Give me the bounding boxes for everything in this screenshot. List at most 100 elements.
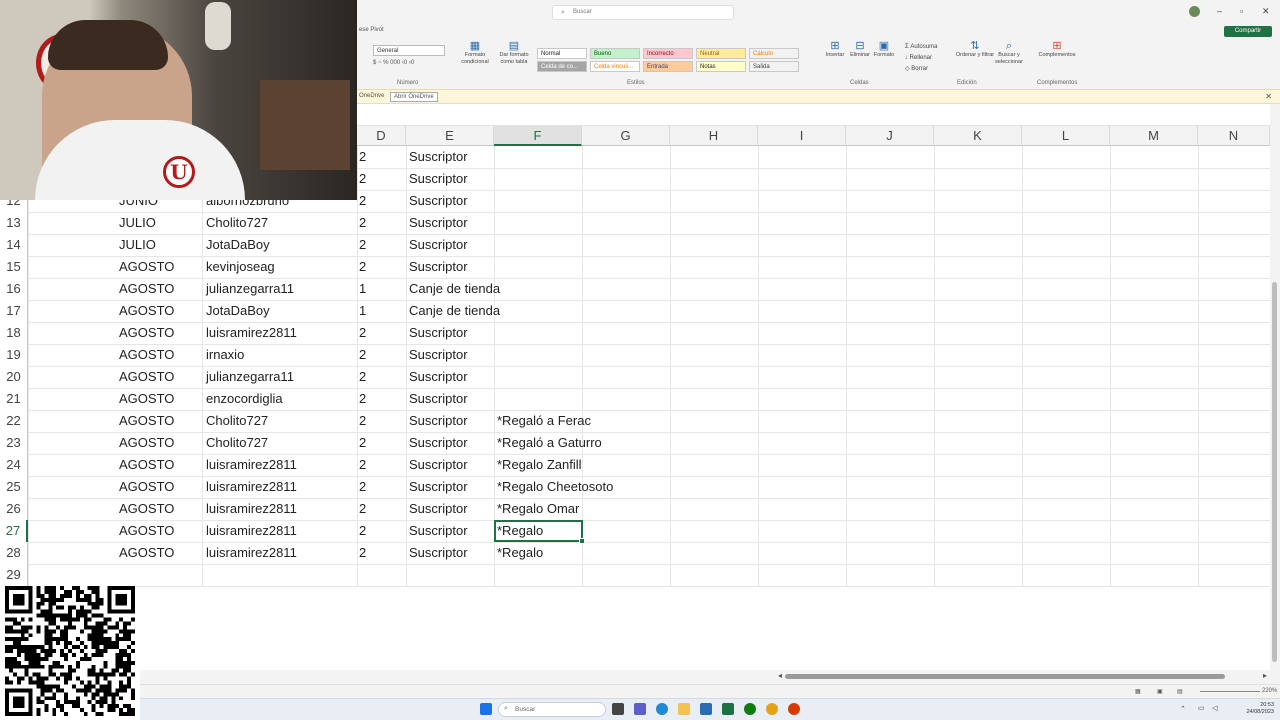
row-header[interactable]: 28 [0,542,28,564]
cell-month[interactable]: AGOSTO [119,454,174,476]
cell-style-swatch[interactable]: Salida [749,61,799,72]
cell-quantity[interactable]: 2 [359,256,366,278]
cell-month[interactable]: AGOSTO [119,542,174,564]
table-format-button[interactable]: ▤ Dar formato como tabla [494,41,534,66]
maximize-icon[interactable]: ▫ [1240,6,1243,16]
cell-month[interactable]: AGOSTO [119,498,174,520]
view-page-layout-icon[interactable]: ▣ [1157,688,1163,695]
row-header[interactable]: 24 [0,454,28,476]
xbox-icon[interactable] [744,703,756,715]
fill-button[interactable]: ↓ Rellenar [905,53,937,64]
cell-quantity[interactable]: 2 [359,498,366,520]
cell-month[interactable]: JULIO [119,234,156,256]
cell-type[interactable]: Suscriptor [409,146,468,168]
cell-username[interactable]: luisramirez2811 [206,454,297,476]
cell-note[interactable]: *Regalo Omar [497,498,579,520]
store-icon[interactable] [700,703,712,715]
row-header[interactable]: 13 [0,212,28,234]
row-header[interactable]: 26 [0,498,28,520]
cell-username[interactable]: luisramirez2811 [206,322,297,344]
cell-quantity[interactable]: 2 [359,322,366,344]
scroll-right-icon[interactable]: ▸ [1263,671,1267,680]
minimize-icon[interactable]: – [1217,6,1222,16]
column-header[interactable]: H [670,126,758,146]
cell-month[interactable]: AGOSTO [119,300,174,322]
excel-taskbar-icon[interactable] [722,703,734,715]
row-header[interactable]: 25 [0,476,28,498]
cell-username[interactable]: luisramirez2811 [206,476,297,498]
cell-username[interactable]: enzocordiglia [206,388,283,410]
row-header[interactable]: 17 [0,300,28,322]
column-header[interactable]: M [1110,126,1198,146]
view-page-break-icon[interactable]: ▤ [1177,688,1183,695]
row-header[interactable]: 18 [0,322,28,344]
cell-month[interactable]: AGOSTO [119,432,174,454]
row-header[interactable]: 16 [0,278,28,300]
cell-quantity[interactable]: 2 [359,388,366,410]
cell-username[interactable]: luisramirez2811 [206,498,297,520]
cell-month[interactable]: AGOSTO [119,476,174,498]
system-clock[interactable]: 20:53 24/08/2023 [1246,702,1274,716]
teams-icon[interactable] [634,703,646,715]
cell-month[interactable]: AGOSTO [119,388,174,410]
cell-username[interactable]: JotaDaBoy [206,234,270,256]
active-cell[interactable] [494,520,585,544]
scroll-left-icon[interactable]: ◂ [778,671,782,680]
cell-style-swatch[interactable]: Celda vinculi... [590,61,640,72]
column-header[interactable]: N [1198,126,1270,146]
clear-button[interactable]: ◇ Borrar [905,64,937,75]
cell-type[interactable]: Suscriptor [409,366,468,388]
row-header[interactable]: 23 [0,432,28,454]
cell-style-swatch[interactable]: Entrada [643,61,693,72]
cell-type[interactable]: Canje de tienda [409,278,500,300]
cell-type[interactable]: Suscriptor [409,190,468,212]
format-button[interactable]: ▣ Formato [864,41,904,59]
tray-chevron-icon[interactable]: ⌃ [1180,705,1186,713]
cell-type[interactable]: Suscriptor [409,520,468,542]
number-format-select[interactable]: General [373,45,445,56]
cell-quantity[interactable]: 1 [359,278,366,300]
cell-quantity[interactable]: 2 [359,542,366,564]
cell-type[interactable]: Suscriptor [409,498,468,520]
horizontal-scroll-thumb[interactable] [785,674,1225,679]
row-header[interactable]: 29 [0,564,28,586]
column-header[interactable]: J [846,126,934,146]
cell-quantity[interactable]: 2 [359,520,366,542]
cell-type[interactable]: Suscriptor [409,234,468,256]
addins-button[interactable]: ⊞ Complementos [1037,41,1077,59]
cell-quantity[interactable]: 2 [359,190,366,212]
cell-note[interactable]: *Regalo [497,542,543,564]
vertical-scroll-thumb[interactable] [1272,282,1277,662]
cell-quantity[interactable]: 2 [359,476,366,498]
row-header[interactable]: 21 [0,388,28,410]
cell-type[interactable]: Suscriptor [409,410,468,432]
cell-month[interactable]: AGOSTO [119,344,174,366]
column-header[interactable]: D [357,126,406,146]
volume-icon[interactable]: ◁ [1212,704,1217,712]
cell-username[interactable]: kevinjoseag [206,256,275,278]
cell-quantity[interactable]: 2 [359,146,366,168]
cell-type[interactable]: Suscriptor [409,344,468,366]
cell-type[interactable]: Suscriptor [409,322,468,344]
network-icon[interactable]: ▭ [1198,704,1205,712]
row-header[interactable]: 14 [0,234,28,256]
cell-month[interactable]: AGOSTO [119,322,174,344]
row-header[interactable]: 19 [0,344,28,366]
cell-type[interactable]: Suscriptor [409,542,468,564]
column-header[interactable]: E [406,126,494,146]
zoom-slider[interactable] [1200,691,1260,692]
cell-type[interactable]: Suscriptor [409,432,468,454]
number-format-buttons[interactable]: $ ~ % 000 ‹0 ›0 [373,60,448,71]
cell-username[interactable]: Cholito727 [206,432,268,454]
share-button[interactable]: Compartir [1224,26,1272,37]
row-header[interactable]: 22 [0,410,28,432]
find-select-button[interactable]: ⌕ Buscar y seleccionar [989,41,1029,66]
cell-quantity[interactable]: 2 [359,168,366,190]
cell-type[interactable]: Suscriptor [409,388,468,410]
cell-username[interactable]: luisramirez2811 [206,520,297,542]
column-header[interactable]: G [582,126,670,146]
cell-username[interactable]: irnaxio [206,344,244,366]
cell-month[interactable]: AGOSTO [119,278,174,300]
cell-type[interactable]: Suscriptor [409,476,468,498]
cell-username[interactable]: JotaDaBoy [206,300,270,322]
